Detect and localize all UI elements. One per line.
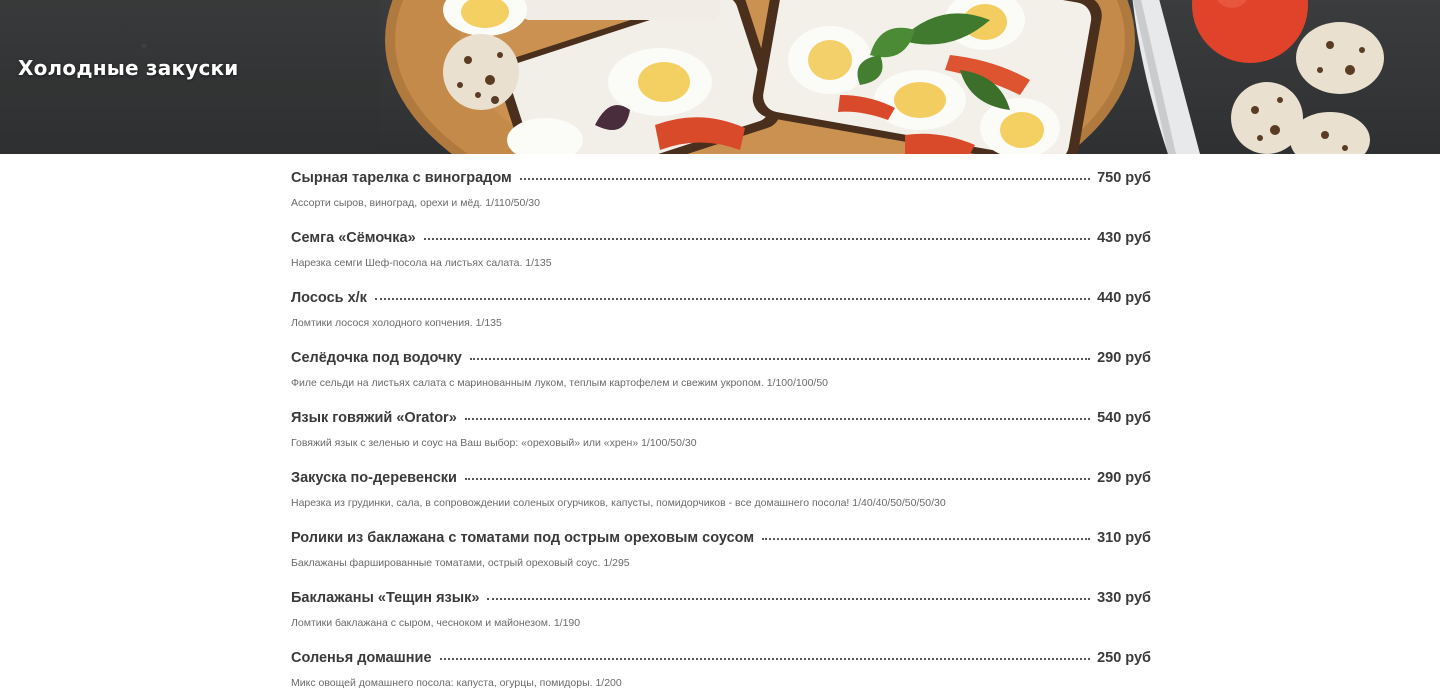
item-name: Соленья домашние [291,650,432,666]
menu-item-row: Язык говяжий «Orator» 540 руб [291,409,1151,427]
item-description: Нарезка семги Шеф-посола на листьях сала… [291,257,552,269]
item-description: Баклажаны фаршированные томатами, острый… [291,557,630,569]
item-name: Сырная тарелка с виноградом [291,170,512,186]
item-name: Лосось х/к [291,290,367,306]
item-description: Филе сельди на листьях салата с маринова… [291,377,829,389]
item-price: 540 руб [1097,410,1151,426]
item-name: Баклажаны «Тещин язык» [291,590,480,606]
item-description: Говяжий язык с зеленью и соус на Ваш выб… [291,437,697,449]
menu-item: Соленья домашние 250 руб Микс овощей дом… [291,634,1151,694]
menu-item-row: Семга «Сёмочка» 430 руб [291,229,1151,247]
dotted-leader [439,658,1091,660]
menu-item: Селёдочка под водочку 290 руб Филе сельд… [291,334,1151,394]
item-description: Ассорти сыров, виноград, орехи и мёд. 1/… [291,197,540,209]
menu-item: Язык говяжий «Orator» 540 руб Говяжий яз… [291,394,1151,454]
dotted-leader [762,538,1091,540]
item-name: Ролики из баклажана с томатами под остры… [291,530,755,546]
menu-item-row: Сырная тарелка с виноградом 750 руб [291,169,1151,187]
menu-item: Закуска по-деревенски 290 руб Нарезка из… [291,454,1151,514]
item-name: Селёдочка под водочку [291,350,462,366]
menu-item-row: Лосось х/к 440 руб [291,289,1151,307]
item-description: Ломтики баклажана с сыром, чесноком и ма… [291,617,581,629]
menu-item: Сырная тарелка с виноградом 750 руб Ассо… [291,154,1151,214]
item-price: 250 руб [1097,650,1151,666]
item-description: Микс овощей домашнего посола: капуста, о… [291,677,622,689]
menu-item-row: Закуска по-деревенски 290 руб [291,469,1151,487]
item-price: 750 руб [1097,170,1151,186]
dotted-leader [469,358,1091,360]
dotted-leader [374,298,1091,300]
menu-item-row: Соленья домашние 250 руб [291,649,1151,667]
item-price: 440 руб [1097,290,1151,306]
menu-item: Ролики из баклажана с томатами под остры… [291,514,1151,574]
dotted-leader [423,238,1091,240]
dotted-leader [464,418,1091,420]
menu-item: Лосось х/к 440 руб Ломтики лосося холодн… [291,274,1151,334]
item-price: 290 руб [1097,350,1151,366]
section-banner: Холодные закуски [0,0,1440,154]
menu-item-row: Ролики из баклажана с томатами под остры… [291,529,1151,547]
item-description: Ломтики лосося холодного копчения. 1/135 [291,317,502,329]
item-name: Семга «Сёмочка» [291,230,416,246]
item-price: 310 руб [1097,530,1151,546]
page-title: Холодные закуски [18,56,239,80]
menu-item-row: Селёдочка под водочку 290 руб [291,349,1151,367]
item-name: Язык говяжий «Orator» [291,410,457,426]
dotted-leader [464,478,1091,480]
menu-item-row: Баклажаны «Тещин язык» 330 руб [291,589,1151,607]
item-description: Нарезка из грудинки, сала, в сопровожден… [291,497,946,509]
dotted-leader [519,178,1091,180]
item-price: 290 руб [1097,470,1151,486]
item-price: 330 руб [1097,590,1151,606]
menu-list: Сырная тарелка с виноградом 750 руб Ассо… [291,154,1151,694]
item-name: Закуска по-деревенски [291,470,457,486]
item-price: 430 руб [1097,230,1151,246]
menu-item: Баклажаны «Тещин язык» 330 руб Ломтики б… [291,574,1151,634]
menu-item: Семга «Сёмочка» 430 руб Нарезка семги Ше… [291,214,1151,274]
dotted-leader [487,598,1091,600]
